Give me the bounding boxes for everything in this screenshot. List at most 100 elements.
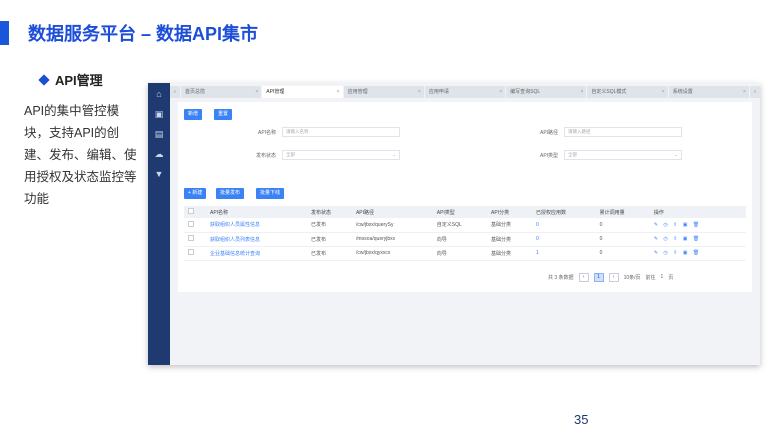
section-description: API的集中管控模块，支持API的创建、发布、编辑、使用授权及状态监控等功能 <box>24 104 137 206</box>
row-select-cell <box>184 232 206 247</box>
column-header[interactable]: 已授权应用数 <box>531 206 596 218</box>
calendar-icon[interactable]: ▣ <box>154 109 164 119</box>
column-header[interactable]: API路径 <box>351 206 433 218</box>
row-actions[interactable]: ✎ ◷ ⇪ ▣ 🗑 <box>649 246 746 261</box>
tab-home[interactable]: 首页总揽 × <box>181 86 262 98</box>
column-header[interactable]: API类型 <box>432 206 488 218</box>
tab-custom-sql[interactable]: 自定义SQL模式 × <box>587 86 668 98</box>
cell: 向导 <box>432 246 488 261</box>
cell: 向导 <box>432 232 488 247</box>
tab-scroll-right[interactable]: › <box>749 86 760 98</box>
api-name-link[interactable]: 获取组织人员列表信息 <box>206 232 308 247</box>
cell: 基础分类 <box>487 232 532 247</box>
api-path-input[interactable]: 请输入路径 <box>564 127 682 137</box>
grid-icon[interactable]: ▤ <box>154 129 164 139</box>
api-type-select[interactable]: 全部 ⌄ <box>564 150 682 160</box>
batch-offline-button[interactable]: 批量下线 <box>256 188 285 199</box>
publish-status-label: 发布状态 <box>256 153 277 159</box>
cell: /cw/jbxx/querySy <box>351 218 433 233</box>
close-icon[interactable]: × <box>662 86 665 98</box>
table-row: 获取组织人员列表信息 已发布 /mosoa/queryjbxx 向导 基础分类 … <box>184 232 746 247</box>
slide-title: 数据服务平台 – 数据API集市 <box>28 24 259 44</box>
close-icon[interactable]: × <box>499 86 502 98</box>
cell: 已发布 <box>307 232 352 247</box>
table-header-row: API名称 发布状态 API路径 API类型 API分类 已授权应用数 累计调用… <box>184 206 746 218</box>
api-name-label: API名称 <box>258 130 277 136</box>
cell: 自定义SQL <box>432 218 488 233</box>
close-icon[interactable]: × <box>743 86 746 98</box>
page-unit-label: 页 <box>668 274 674 281</box>
new-button[interactable]: + 新建 <box>184 188 207 199</box>
row-checkbox[interactable] <box>188 249 194 255</box>
row-actions[interactable]: ✎ ◷ ⇪ ▣ 🗑 <box>649 218 746 233</box>
close-icon[interactable]: × <box>418 86 421 98</box>
tab-scroll-left[interactable]: ‹ <box>170 86 180 98</box>
add-button[interactable]: 新增 <box>184 109 203 120</box>
sidebar-rail: ⌂ ▣ ▤ ☁ ▼ <box>148 83 170 365</box>
diamond-bullet-icon <box>38 73 50 86</box>
row-select-cell <box>184 246 206 261</box>
cell[interactable]: 0 <box>531 232 596 247</box>
prev-page-button[interactable]: ‹ <box>578 272 589 282</box>
close-icon[interactable]: × <box>337 86 340 98</box>
table-row: 企业基础信息统计查询 已发布 /cw/jbxx/qyxxcx 向导 基础分类 1… <box>184 246 746 261</box>
close-icon[interactable]: × <box>255 86 258 98</box>
reset-button[interactable]: 重置 <box>214 109 233 120</box>
row-select-cell <box>184 218 206 233</box>
pagination-total: 共 3 条数据 <box>548 274 574 281</box>
cell: 0 <box>595 232 650 247</box>
column-header[interactable]: API名称 <box>206 206 308 218</box>
publish-status-select[interactable]: 全部 ⌄ <box>282 150 400 160</box>
pagination: 共 3 条数据 ‹ 1 › 10条/页 前往 1 页 <box>548 272 673 282</box>
goto-page-input[interactable]: 1 <box>661 274 664 280</box>
tab-settings[interactable]: 系统设置 × <box>668 86 749 98</box>
cell: 0 <box>595 218 650 233</box>
cell[interactable]: 0 <box>531 218 596 233</box>
title-accent-bar <box>0 21 9 45</box>
cell: 已发布 <box>307 218 352 233</box>
column-header[interactable]: API分类 <box>487 206 532 218</box>
column-header[interactable]: 累计调用量 <box>595 206 650 218</box>
app-screenshot: ⌂ ▣ ▤ ☁ ▼ ‹ 首页总揽 × API管理 × 应用管理 × 应用申请 × 编写查… <box>148 83 760 365</box>
tab-sql[interactable]: 编写查询SQL × <box>506 86 587 98</box>
row-actions[interactable]: ✎ ◷ ⇪ ▣ 🗑 <box>649 232 746 247</box>
cell: 0 <box>595 246 650 261</box>
chevron-down-icon: ⌄ <box>674 152 678 157</box>
api-name-link[interactable]: 企业基础信息统计查询 <box>206 246 308 261</box>
chevron-down-icon: ⌄ <box>392 152 396 157</box>
select-all-checkbox[interactable] <box>188 208 194 214</box>
tab-api-manage[interactable]: API管理 × <box>262 86 343 98</box>
close-icon[interactable]: × <box>580 86 583 98</box>
tab-app-manage[interactable]: 应用管理 × <box>343 86 424 98</box>
home-icon[interactable]: ⌂ <box>154 89 164 99</box>
select-all-cell <box>184 206 206 218</box>
page-1-button[interactable]: 1 <box>593 272 604 282</box>
cell: 已发布 <box>307 246 352 261</box>
cell: /cw/jbxx/qyxxcx <box>351 246 433 261</box>
page-size-select[interactable]: 10条/页 <box>624 274 641 281</box>
tab-bar: ‹ 首页总揽 × API管理 × 应用管理 × 应用申请 × 编写查询SQL × 自定义S… <box>170 86 760 98</box>
table-row: 获取组织人员属性信息 已发布 /cw/jbxx/querySy 自定义SQL 基… <box>184 218 746 233</box>
cell[interactable]: 1 <box>531 246 596 261</box>
page-number: 35 <box>574 412 589 427</box>
filter-icon[interactable]: ▼ <box>154 169 164 179</box>
api-path-label: API路径 <box>540 130 559 136</box>
cell: /mosoa/queryjbxx <box>351 232 433 247</box>
goto-label: 前往 <box>645 274 656 281</box>
tab-app-apply[interactable]: 应用申请 × <box>424 86 506 98</box>
column-header: 操作 <box>649 206 746 218</box>
api-name-input[interactable]: 请输入名称 <box>282 127 400 137</box>
api-name-link[interactable]: 获取组织人员属性信息 <box>206 218 308 233</box>
api-type-label: API类型 <box>540 153 559 159</box>
column-header[interactable]: 发布状态 <box>307 206 352 218</box>
cloud-icon[interactable]: ☁ <box>154 149 164 159</box>
cell: 基础分类 <box>487 218 532 233</box>
batch-publish-button[interactable]: 批量发布 <box>216 188 245 199</box>
cell: 基础分类 <box>487 246 532 261</box>
row-checkbox[interactable] <box>188 235 194 241</box>
filter-panel: 新增 重置 API名称 请输入名称 API路径 请输入路径 发布状态 全部 ⌄ A… <box>178 102 752 180</box>
section-heading: API管理 <box>38 70 103 89</box>
api-table: API名称 发布状态 API路径 API类型 API分类 已授权应用数 累计调用… <box>184 206 746 261</box>
row-checkbox[interactable] <box>188 220 194 227</box>
next-page-button[interactable]: › <box>608 272 619 282</box>
